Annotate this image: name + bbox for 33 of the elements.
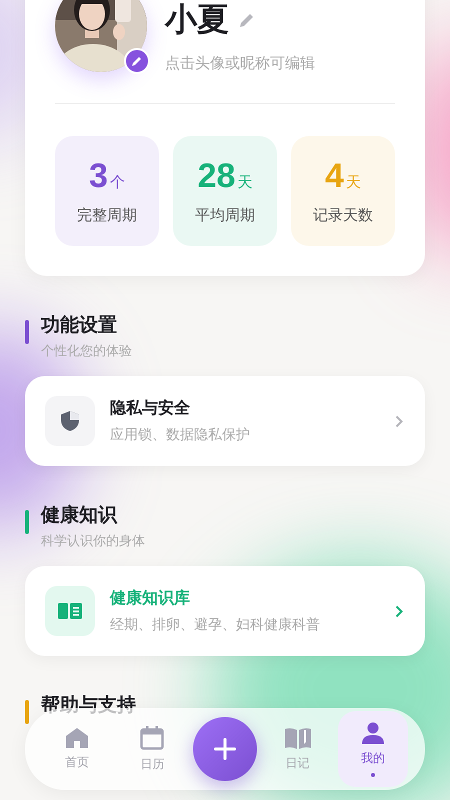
book-icon (58, 602, 82, 620)
calendar-icon (140, 726, 164, 750)
book-icon (284, 726, 311, 748)
item-title: 健康知识库 (110, 588, 191, 609)
nav-tab[interactable]: 我的 (338, 711, 408, 787)
section-title: 帮助与支持 (41, 694, 136, 718)
stat-value: 28 天 (198, 157, 252, 196)
section-subtitle: 科学认识你的身体 (41, 532, 145, 550)
item-title: 隐私与安全 (110, 398, 191, 419)
section-title: 健康知识 (41, 504, 118, 528)
edit-hint: 点击头像或昵称可编辑 (165, 54, 315, 73)
stat-label: 完整周期 (77, 206, 137, 225)
active-dot (371, 772, 376, 776)
plus-icon (214, 738, 236, 760)
edit-button[interactable] (124, 48, 150, 74)
stat-value: 4天 (325, 157, 361, 196)
nav-tab[interactable]: 日记 (262, 711, 333, 787)
stat-label: 记录天数 (313, 206, 373, 225)
stat-value: 3个 (89, 157, 125, 196)
menu-item[interactable]: 隐私与安全 应用锁、数据隐私保护 (25, 376, 425, 466)
item-description: 应用锁、数据隐私保护 (110, 426, 251, 444)
nickname[interactable]: 小夏 (165, 0, 229, 42)
person-icon (362, 722, 384, 744)
home-icon (66, 728, 88, 748)
section-title: 功能设置 (41, 314, 118, 338)
shield-icon (60, 410, 80, 432)
item-description: 经期、排卵、避孕、妇科健康科普 (110, 616, 321, 634)
chevron-icon (395, 414, 403, 428)
menu-item[interactable]: 健康知识库 经期、排卵、避孕、妇科健康科普 (25, 566, 425, 656)
pencil-icon (131, 55, 143, 67)
section-subtitle: 个性化您的体验 (41, 342, 132, 360)
chevron-icon (395, 604, 403, 618)
stat-label: 平均周期 (195, 206, 255, 225)
